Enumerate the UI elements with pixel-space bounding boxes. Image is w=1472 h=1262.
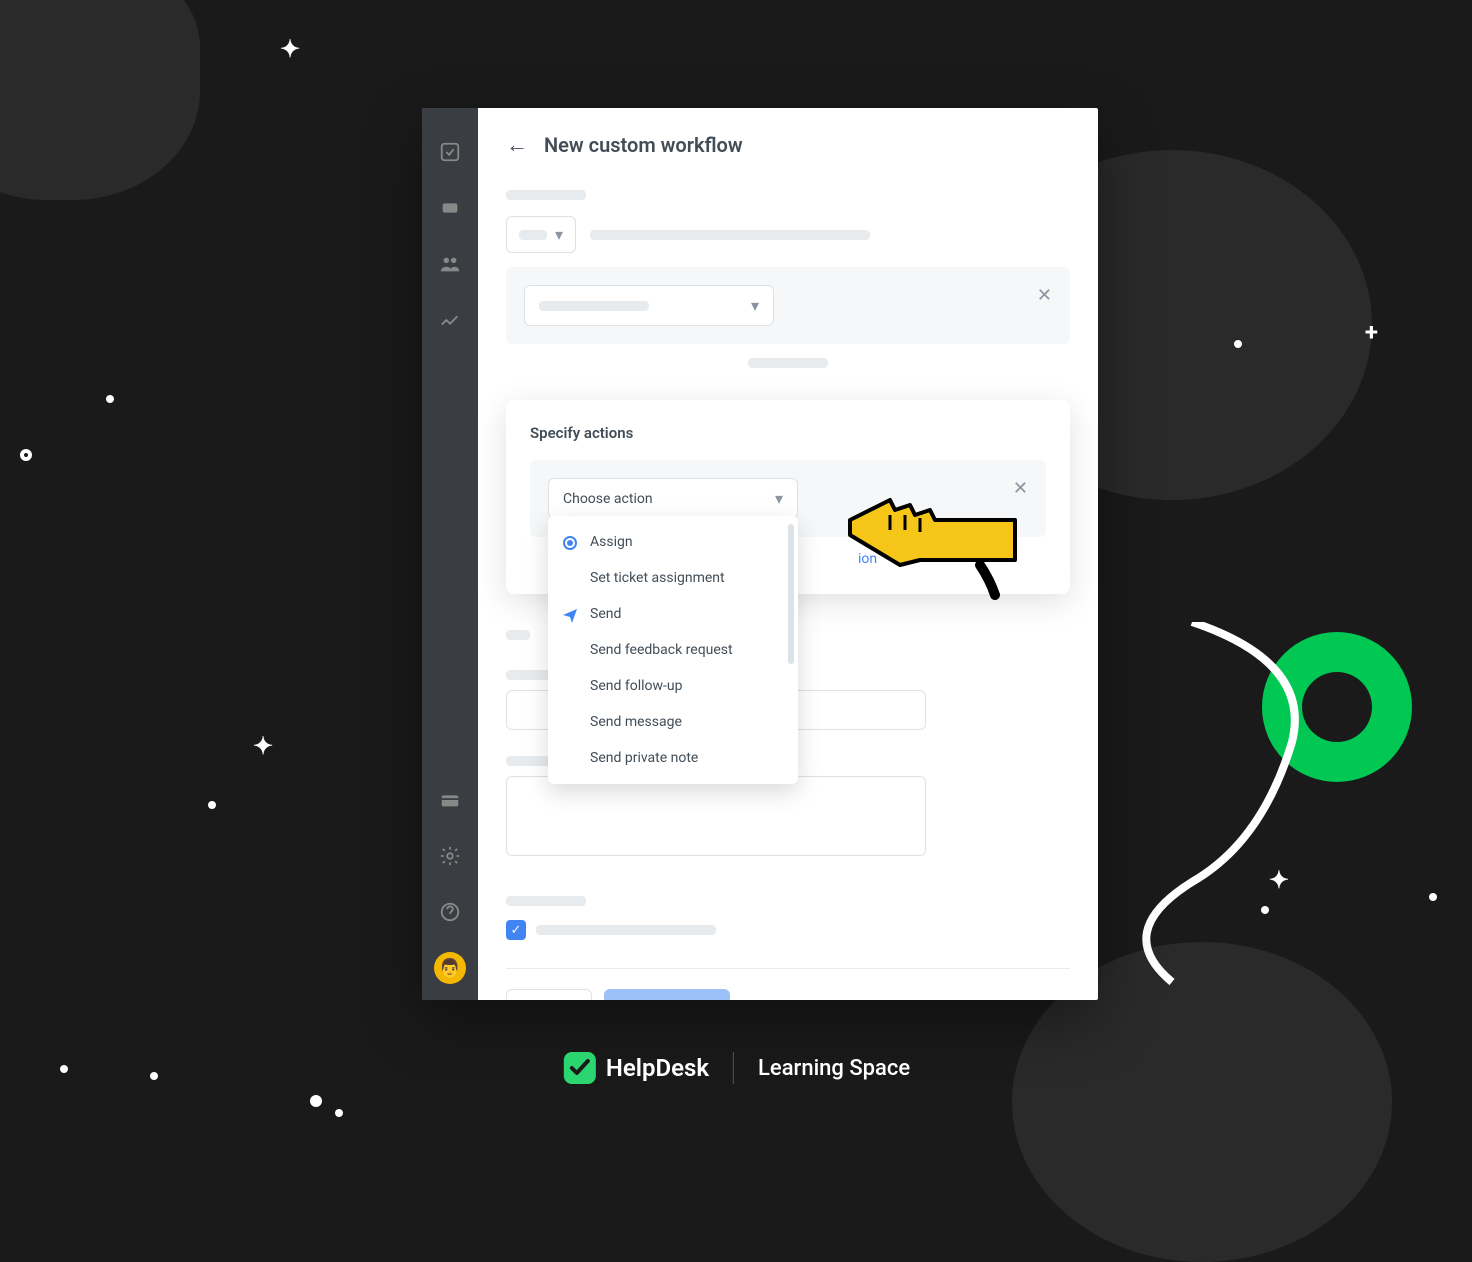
page-header: ← New custom workflow [506,132,1070,158]
close-icon[interactable]: ✕ [1037,285,1052,306]
bg-dot [150,1072,158,1080]
bg-dot [1429,893,1437,901]
card-icon[interactable] [436,786,464,814]
footer: HelpDesk Learning Space [562,1050,910,1086]
condition-select[interactable]: ▾ [524,285,774,326]
save-button[interactable] [604,989,730,1000]
placeholder [539,301,649,311]
logo-icon[interactable] [436,138,464,166]
placeholder [506,630,530,640]
dropdown-group-assign: Assign [548,524,798,560]
dropdown-option[interactable]: Send follow-up [548,668,798,704]
bg-dot [20,449,32,461]
dropdown-option[interactable]: Send message [548,704,798,740]
pointing-hand-illustration [840,480,1040,600]
footer-divider [733,1052,734,1084]
bg-plus: ✦ [253,732,273,760]
bg-dot [335,1109,343,1117]
send-icon [562,607,578,623]
bg-dot [208,801,216,809]
bg-dot [1234,340,1242,348]
placeholder [506,896,586,906]
scrollbar[interactable] [788,524,794,664]
footer-brand: HelpDesk [606,1054,709,1082]
placeholder [590,230,870,240]
chevron-down-icon: ▾ [555,225,563,244]
user-avatar[interactable]: 👨 [434,952,466,984]
bg-plus: ✦ [280,35,300,63]
placeholder [519,230,547,240]
bg-dot [106,395,114,403]
dropdown-option[interactable]: Send private note [548,740,798,776]
bg-plus: ✦ [1269,866,1289,894]
chevron-down-icon: ▾ [751,296,759,315]
bg-dot [310,1095,322,1107]
sidebar: 👨 [422,108,478,1000]
trigger-dropdown[interactable]: ▾ [506,216,576,253]
footer-logo: HelpDesk [562,1050,709,1086]
radio-icon [562,535,578,551]
tickets-icon[interactable] [436,194,464,222]
action-dropdown-menu: Assign Set ticket assignment Send Send f… [548,516,798,784]
page-title: New custom workflow [544,133,743,157]
workflow-description-input[interactable] [506,776,926,856]
placeholder [506,190,586,200]
helpdesk-logo-icon [562,1050,598,1086]
settings-icon[interactable] [436,842,464,870]
dropdown-group-send: Send [548,596,798,632]
bg-plus: + [1365,318,1378,346]
divider [506,968,1070,969]
placeholder [536,925,716,935]
dropdown-option[interactable]: Set ticket assignment [548,560,798,596]
footer-label: Learning Space [758,1056,910,1081]
cancel-button[interactable] [506,989,592,1000]
bg-decoration [0,0,200,200]
action-dropdown-label: Choose action [563,491,653,507]
actions-section-title: Specify actions [530,424,1046,442]
people-icon[interactable] [436,250,464,278]
analytics-icon[interactable] [436,306,464,334]
dropdown-option[interactable]: Send feedback request [548,632,798,668]
help-icon[interactable] [436,898,464,926]
bg-dot [60,1065,68,1073]
enable-checkbox[interactable]: ✓ [506,920,526,940]
back-arrow-icon[interactable]: ← [506,132,528,158]
bg-dot [1261,906,1269,914]
action-dropdown[interactable]: Choose action ▾ [548,478,798,519]
placeholder [748,358,828,368]
chevron-down-icon: ▾ [775,489,783,508]
condition-block: ▾ ✕ [506,267,1070,344]
bg-squiggle [1132,622,1452,1002]
